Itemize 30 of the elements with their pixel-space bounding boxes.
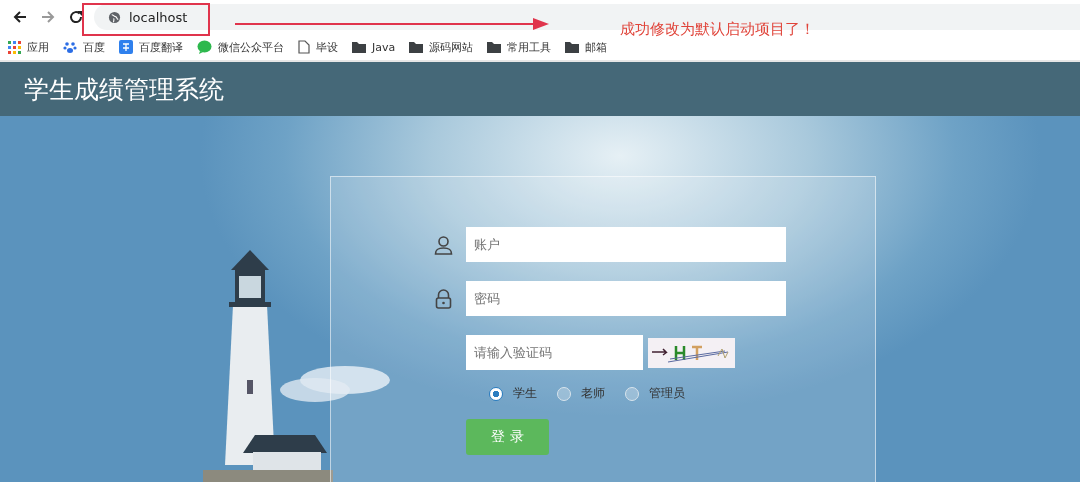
- bookmark-item[interactable]: 百度: [63, 39, 105, 55]
- app-title: 学生成绩管理系统: [24, 73, 224, 106]
- text-field[interactable]: 密码: [466, 281, 786, 316]
- radio-button[interactable]: [489, 386, 503, 401]
- bookmark-item[interactable]: 毕设: [298, 39, 338, 55]
- bookmark-item[interactable]: 邮箱: [565, 39, 608, 55]
- role-option[interactable]: 老师: [557, 385, 605, 402]
- chat-bubble-icon: [197, 40, 212, 54]
- role-option[interactable]: 管理员: [625, 385, 685, 402]
- paw-icon: [63, 40, 77, 54]
- folder-icon: [352, 41, 366, 53]
- left-arrow-icon: [12, 9, 28, 25]
- translate-icon: [119, 40, 133, 54]
- globe-icon: [108, 10, 121, 24]
- bookmark-item[interactable]: 应用: [8, 39, 49, 55]
- bookmark-item[interactable]: 源码网站: [409, 39, 474, 55]
- grid-icon: [8, 40, 21, 54]
- captcha-field[interactable]: 请输入验证码: [466, 335, 643, 370]
- page-icon: [298, 40, 310, 54]
- bookmark-item[interactable]: 微信公众平台: [197, 39, 284, 55]
- folder-icon: [409, 41, 424, 53]
- folder-icon: [565, 41, 580, 53]
- reload-icon: [68, 9, 84, 25]
- folder-icon: [487, 41, 502, 53]
- role-option[interactable]: 学生: [489, 385, 537, 402]
- bookmark-item[interactable]: Java: [352, 40, 396, 54]
- right-arrow-icon: [40, 9, 56, 25]
- bookmark-item[interactable]: 常用工具: [487, 39, 552, 55]
- text-field[interactable]: 账户: [466, 227, 786, 262]
- bookmark-item[interactable]: 百度翻译: [119, 39, 183, 55]
